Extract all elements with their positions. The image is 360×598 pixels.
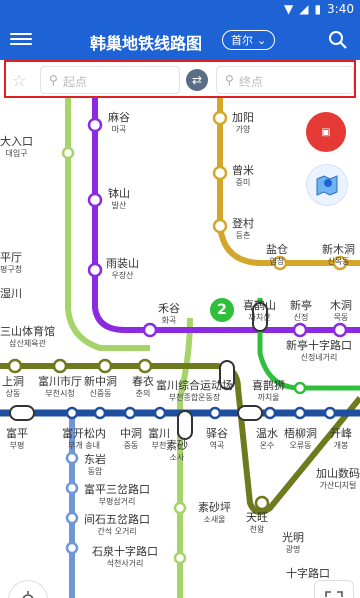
station-label[interactable]: 间石五岔路口 간석 오거리 (84, 514, 150, 538)
station-label[interactable]: 开峰 개봉 (330, 428, 352, 452)
station-label[interactable]: 素砂坪 소새울 (198, 502, 231, 526)
station-label[interactable]: 新中洞 신중동 (84, 376, 117, 400)
station-label[interactable]: 钵山 발산 (108, 188, 130, 212)
search-icon (329, 31, 347, 49)
battery-icon: ▮ (314, 2, 322, 16)
star-icon[interactable]: ☆ (12, 71, 26, 90)
map-icon (316, 175, 338, 196)
station-label[interactable]: 驿谷 역곡 (206, 428, 228, 452)
station-label[interactable]: 富川市厅 부천시청 (38, 376, 82, 400)
station-label[interactable]: 加阳 가양 (232, 112, 254, 136)
station-label[interactable]: 富川综合运动场 부천종합운동장 (156, 380, 233, 404)
route-search-bar: ☆ ⚲ 起点 ⇄ ⚲ 终点 (4, 60, 356, 98)
line-2-badge[interactable]: 2 (210, 298, 234, 322)
menu-button[interactable] (10, 30, 32, 50)
pin-icon: ⚲ (225, 73, 234, 87)
pin-icon: ⚲ (49, 73, 58, 87)
start-field[interactable]: ⚲ 起点 (40, 66, 180, 94)
station-label[interactable]: 天旺 천왕 (246, 512, 268, 536)
city-selector[interactable]: 首尔 ⌄ (222, 30, 276, 50)
station-label[interactable]: 喜鹊山 까치산 (243, 300, 276, 324)
station-label[interactable]: 木洞 목동 (330, 300, 352, 324)
station-label[interactable]: 梧柳洞 오류동 (284, 428, 317, 452)
station-label[interactable]: 中洞 중동 (120, 428, 142, 452)
station-label[interactable]: 禾谷 화곡 (158, 303, 180, 327)
wifi-icon: ▼ (283, 2, 294, 16)
station-label[interactable]: 富开松内 부개 송내 (62, 428, 106, 452)
clock: 3:40 (327, 2, 354, 16)
station-label[interactable]: 曾米 증미 (232, 165, 254, 189)
station-label[interactable]: 加山数码 가산디지털 (316, 468, 360, 492)
end-field[interactable]: ⚲ 终点 (216, 66, 354, 94)
station-label[interactable]: 登村 등촌 (232, 218, 254, 242)
station-label[interactable]: 大入口 대입구 (0, 136, 33, 160)
station-label[interactable]: 湿川 (0, 288, 22, 300)
station-label[interactable]: 新亭十字路口 신정네거리 (286, 340, 352, 364)
station-label[interactable]: 光明 광명 (282, 532, 304, 556)
fullscreen-button[interactable] (314, 580, 354, 598)
station-label[interactable]: 富平 부평 (6, 428, 28, 452)
station-label[interactable]: 雨装山 우장산 (106, 258, 139, 282)
promo-button[interactable]: ▣ (306, 112, 346, 152)
station-label[interactable]: 麻谷 마곡 (108, 112, 130, 136)
app-bar: 韩巢地铁线路图 首尔 ⌄ (0, 20, 360, 60)
station-label[interactable]: 富川 부천 (148, 428, 170, 452)
station-label[interactable]: 新木洞 신목동 (322, 244, 355, 268)
city-label: 首尔 (231, 34, 253, 47)
promo-icon: ▣ (321, 126, 331, 138)
expand-icon (325, 591, 343, 597)
status-bar: ▼ ◢ ▮ 3:40 (0, 0, 360, 20)
station-label[interactable]: 石泉十字路口 석천사거리 (92, 546, 158, 570)
start-placeholder: 起点 (63, 75, 88, 89)
locate-icon (22, 591, 34, 598)
status-icons: ▼ ◢ ▮ 3:40 (284, 2, 354, 16)
station-label[interactable]: 盐仓 염창 (266, 244, 288, 268)
station-label[interactable]: 喜鹊狮 까치울 (252, 380, 285, 404)
station-label[interactable]: 富平三岔路口 부평삼거리 (84, 484, 150, 508)
subway-map[interactable]: 2 ▣ 麻谷 마곡 钵山 발산 雨装山 우장산 禾谷 화곡 加阳 가양 曾米 증미 登村 등촌… (0, 98, 360, 598)
station-label[interactable]: 春衣 춘의 (132, 376, 154, 400)
station-label[interactable]: 新亭 신정 (290, 300, 312, 324)
signal-icon: ◢ (299, 2, 309, 16)
swap-button[interactable]: ⇄ (186, 69, 208, 91)
map-button[interactable] (306, 164, 348, 206)
station-label[interactable]: 平厅 평구청 (0, 252, 22, 276)
app-title: 韩巢地铁线路图 (90, 34, 203, 53)
station-label[interactable]: 东岩 동암 (84, 454, 106, 478)
station-label[interactable]: 上洞 상동 (2, 376, 24, 400)
station-label[interactable]: 三山体育馆 삼산체육관 (0, 326, 55, 350)
end-placeholder: 终点 (239, 75, 264, 89)
station-label[interactable]: 温水 온수 (256, 428, 278, 452)
station-label[interactable]: 十字路口 (286, 568, 330, 580)
swap-icon: ⇄ (191, 73, 203, 87)
chevron-down-icon: ⌄ (257, 33, 267, 47)
search-button[interactable] (328, 30, 348, 50)
